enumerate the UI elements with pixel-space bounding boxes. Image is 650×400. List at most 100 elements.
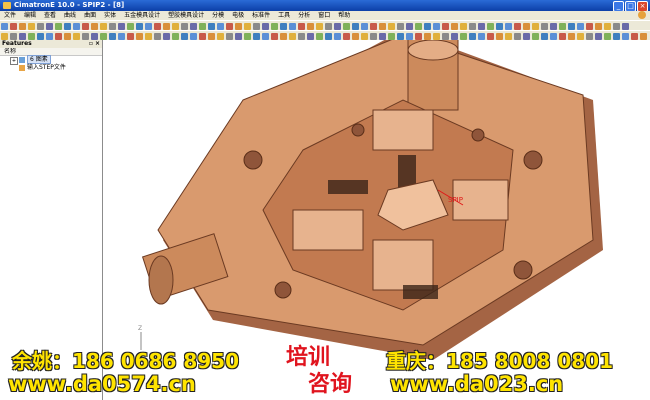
menu-mold-design[interactable]: 塑胶模具设计 <box>164 11 208 20</box>
toolbar-button-icon[interactable] <box>253 23 260 30</box>
toolbar-button-icon[interactable] <box>235 23 242 30</box>
toolbar-button-icon[interactable] <box>559 23 566 30</box>
toolbar-button-icon[interactable] <box>145 23 152 30</box>
toolbar-button-icon[interactable] <box>217 23 224 30</box>
toolbar-button-icon[interactable] <box>109 23 116 30</box>
toolbar-button-icon[interactable] <box>523 23 530 30</box>
toolbar-button-icon[interactable] <box>82 23 89 30</box>
toolbar-button-icon[interactable] <box>469 33 476 40</box>
toolbar-button-icon[interactable] <box>388 33 395 40</box>
toolbar-button-icon[interactable] <box>568 23 575 30</box>
toolbar-button-icon[interactable] <box>415 23 422 30</box>
toolbar-button-icon[interactable] <box>325 23 332 30</box>
toolbar-button-icon[interactable] <box>640 33 647 40</box>
toolbar-button-icon[interactable] <box>370 23 377 30</box>
toolbar-button-icon[interactable] <box>253 33 260 40</box>
toolbar-button-icon[interactable] <box>550 23 557 30</box>
toolbar-button-icon[interactable] <box>388 23 395 30</box>
toolbar-button-icon[interactable] <box>541 33 548 40</box>
toolbar-button-icon[interactable] <box>442 23 449 30</box>
menu-parting[interactable]: 分模 <box>208 11 228 20</box>
toolbar-button-icon[interactable] <box>433 23 440 30</box>
toolbar-button-icon[interactable] <box>37 33 44 40</box>
toolbar-button-icon[interactable] <box>199 23 206 30</box>
toolbar-button-icon[interactable] <box>613 23 620 30</box>
menu-surface[interactable]: 曲面 <box>80 11 100 20</box>
toolbar-button-icon[interactable] <box>316 33 323 40</box>
toolbar-button-icon[interactable] <box>397 33 404 40</box>
toolbar-button-icon[interactable] <box>199 33 206 40</box>
menu-help[interactable]: 帮助 <box>334 11 354 20</box>
toolbar-button-icon[interactable] <box>280 23 287 30</box>
toolbar-button-icon[interactable] <box>73 23 80 30</box>
toolbar-button-icon[interactable] <box>397 23 404 30</box>
toolbar-button-icon[interactable] <box>334 23 341 30</box>
toolbar-button-icon[interactable] <box>226 33 233 40</box>
tree-item-import-step[interactable]: 输入STEP文件 <box>0 64 102 72</box>
toolbar-button-icon[interactable] <box>190 33 197 40</box>
toolbar-button-icon[interactable] <box>604 23 611 30</box>
toolbar-button-icon[interactable] <box>1 33 8 40</box>
toolbar-button-icon[interactable] <box>352 23 359 30</box>
toolbar-button-icon[interactable] <box>298 23 305 30</box>
toolbar-button-icon[interactable] <box>577 33 584 40</box>
toolbar-button-icon[interactable] <box>289 23 296 30</box>
toolbar-button-icon[interactable] <box>487 23 494 30</box>
toolbar-button-icon[interactable] <box>46 23 53 30</box>
toolbar-button-icon[interactable] <box>190 23 197 30</box>
toolbar-button-icon[interactable] <box>505 23 512 30</box>
toolbar-button-icon[interactable] <box>514 33 521 40</box>
toolbar-button-icon[interactable] <box>595 33 602 40</box>
toolbar-button-icon[interactable] <box>532 33 539 40</box>
toolbar-button-icon[interactable] <box>181 33 188 40</box>
toolbar-button-icon[interactable] <box>343 23 350 30</box>
toolbar-button-icon[interactable] <box>550 33 557 40</box>
toolbar-button-icon[interactable] <box>10 33 17 40</box>
toolbar-button-icon[interactable] <box>19 33 26 40</box>
toolbar-button-icon[interactable] <box>208 23 215 30</box>
toolbar-button-icon[interactable] <box>478 33 485 40</box>
toolbar-button-icon[interactable] <box>424 33 431 40</box>
toolbar-button-icon[interactable] <box>145 33 152 40</box>
toolbar-button-icon[interactable] <box>604 33 611 40</box>
toolbar-button-icon[interactable] <box>136 33 143 40</box>
toolbar-button-icon[interactable] <box>559 33 566 40</box>
toolbar-button-icon[interactable] <box>442 33 449 40</box>
menu-edit[interactable]: 编辑 <box>20 11 40 20</box>
toolbar-button-icon[interactable] <box>172 33 179 40</box>
toolbar-button-icon[interactable] <box>622 33 629 40</box>
toolbar-button-icon[interactable] <box>523 33 530 40</box>
toolbar-button-icon[interactable] <box>361 33 368 40</box>
toolbar-button-icon[interactable] <box>271 33 278 40</box>
toolbar-button-icon[interactable] <box>496 23 503 30</box>
menu-standard-parts[interactable]: 标准件 <box>248 11 274 20</box>
toolbar-button-icon[interactable] <box>262 33 269 40</box>
toolbar-button-icon[interactable] <box>73 33 80 40</box>
menu-curve[interactable]: 曲线 <box>60 11 80 20</box>
toolbar-button-icon[interactable] <box>334 33 341 40</box>
toolbar-button-icon[interactable] <box>586 33 593 40</box>
toolbar-button-icon[interactable] <box>379 33 386 40</box>
toolbar-button-icon[interactable] <box>28 23 35 30</box>
toolbar-button-icon[interactable] <box>595 23 602 30</box>
toolbar-button-icon[interactable] <box>631 33 638 40</box>
toolbar-button-icon[interactable] <box>469 23 476 30</box>
toolbar-button-icon[interactable] <box>55 23 62 30</box>
toolbar-button-icon[interactable] <box>487 33 494 40</box>
toolbar-button-icon[interactable] <box>478 23 485 30</box>
toolbar-button-icon[interactable] <box>244 33 251 40</box>
menu-die-design[interactable]: 五金模具设计 <box>120 11 164 20</box>
toolbar-button-icon[interactable] <box>424 23 431 30</box>
toolbar-button-icon[interactable] <box>1 23 8 30</box>
toolbar-button-icon[interactable] <box>10 23 17 30</box>
menu-tools[interactable]: 工具 <box>274 11 294 20</box>
toolbar-button-icon[interactable] <box>37 23 44 30</box>
toolbar-button-icon[interactable] <box>163 23 170 30</box>
toolbar-button-icon[interactable] <box>118 33 125 40</box>
toolbar-button-icon[interactable] <box>541 23 548 30</box>
toolbar-button-icon[interactable] <box>505 33 512 40</box>
toolbar-button-icon[interactable] <box>64 33 71 40</box>
toolbar-button-icon[interactable] <box>532 23 539 30</box>
toolbar-button-icon[interactable] <box>91 23 98 30</box>
toolbar-button-icon[interactable] <box>262 23 269 30</box>
